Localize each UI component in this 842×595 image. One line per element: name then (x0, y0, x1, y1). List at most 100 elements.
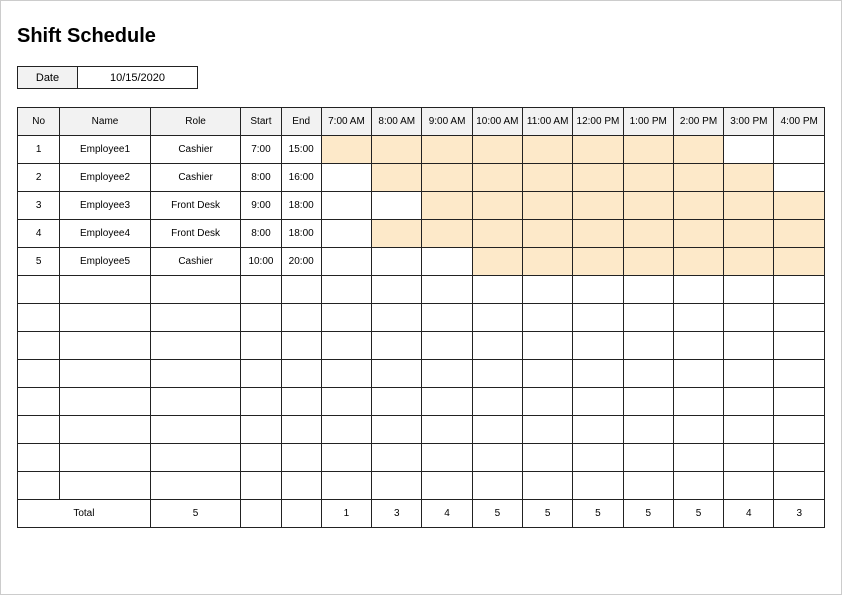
cell-empty (18, 360, 60, 388)
cell-empty (472, 276, 522, 304)
cell-no: 4 (18, 220, 60, 248)
cell-empty (523, 304, 573, 332)
table-row: 3Employee3Front Desk9:0018:00 (18, 192, 825, 220)
cell-empty (422, 444, 472, 472)
col-no: No (18, 108, 60, 136)
total-end-blank (281, 500, 321, 528)
total-role-count: 5 (150, 500, 241, 528)
table-row (18, 332, 825, 360)
cell-empty (573, 444, 623, 472)
cell-empty (60, 444, 151, 472)
cell-empty (623, 332, 673, 360)
cell-empty (422, 388, 472, 416)
cell-empty (18, 416, 60, 444)
total-hour-count: 4 (724, 500, 774, 528)
cell-hour (573, 164, 623, 192)
cell-hour (774, 164, 825, 192)
cell-role: Cashier (150, 248, 241, 276)
total-start-blank (241, 500, 281, 528)
cell-empty (372, 444, 422, 472)
cell-empty (321, 304, 371, 332)
cell-hour (523, 136, 573, 164)
cell-hour (724, 164, 774, 192)
cell-empty (573, 472, 623, 500)
cell-name: Employee2 (60, 164, 151, 192)
cell-empty (321, 444, 371, 472)
schedule-table: No Name Role Start End 7:00 AM8:00 AM9:0… (17, 107, 825, 528)
table-row (18, 388, 825, 416)
total-hour-count: 3 (372, 500, 422, 528)
cell-hour (472, 136, 522, 164)
cell-empty (60, 360, 151, 388)
cell-empty (573, 304, 623, 332)
cell-empty (241, 388, 281, 416)
cell-empty (60, 332, 151, 360)
schedule-header: No Name Role Start End 7:00 AM8:00 AM9:0… (18, 108, 825, 136)
cell-empty (422, 360, 472, 388)
total-hour-count: 1 (321, 500, 371, 528)
cell-empty (623, 416, 673, 444)
cell-hour (774, 248, 825, 276)
cell-hour (623, 220, 673, 248)
cell-empty (724, 416, 774, 444)
cell-name: Employee4 (60, 220, 151, 248)
cell-empty (422, 472, 472, 500)
cell-empty (241, 444, 281, 472)
cell-role: Cashier (150, 164, 241, 192)
cell-hour (523, 248, 573, 276)
cell-start: 7:00 (241, 136, 281, 164)
cell-empty (150, 472, 241, 500)
total-hour-count: 5 (673, 500, 723, 528)
cell-name: Employee5 (60, 248, 151, 276)
total-hour-count: 3 (774, 500, 825, 528)
cell-empty (774, 472, 825, 500)
cell-empty (523, 360, 573, 388)
cell-empty (623, 472, 673, 500)
cell-hour (472, 164, 522, 192)
table-row (18, 444, 825, 472)
cell-empty (472, 416, 522, 444)
cell-empty (573, 276, 623, 304)
cell-hour (623, 164, 673, 192)
date-value: 10/15/2020 (78, 67, 198, 89)
table-row (18, 276, 825, 304)
cell-empty (472, 472, 522, 500)
total-hour-count: 5 (573, 500, 623, 528)
cell-empty (281, 304, 321, 332)
cell-empty (472, 444, 522, 472)
cell-empty (673, 276, 723, 304)
cell-hour (321, 220, 371, 248)
cell-empty (573, 332, 623, 360)
cell-hour (673, 220, 723, 248)
cell-empty (321, 360, 371, 388)
cell-hour (673, 192, 723, 220)
cell-start: 9:00 (241, 192, 281, 220)
total-hour-count: 5 (623, 500, 673, 528)
cell-empty (724, 276, 774, 304)
cell-empty (774, 444, 825, 472)
cell-empty (18, 388, 60, 416)
col-hour: 3:00 PM (724, 108, 774, 136)
cell-hour (673, 248, 723, 276)
cell-empty (774, 416, 825, 444)
cell-empty (241, 304, 281, 332)
page-title: Shift Schedule (17, 25, 825, 48)
cell-empty (623, 276, 673, 304)
cell-empty (422, 332, 472, 360)
table-row (18, 304, 825, 332)
cell-empty (372, 332, 422, 360)
col-hour: 1:00 PM (623, 108, 673, 136)
cell-empty (150, 444, 241, 472)
cell-empty (241, 416, 281, 444)
cell-empty (673, 360, 723, 388)
cell-empty (321, 332, 371, 360)
cell-hour (472, 220, 522, 248)
cell-role: Front Desk (150, 192, 241, 220)
cell-hour (422, 192, 472, 220)
cell-empty (281, 444, 321, 472)
cell-empty (321, 472, 371, 500)
col-hour: 8:00 AM (372, 108, 422, 136)
col-start: Start (241, 108, 281, 136)
cell-empty (523, 276, 573, 304)
cell-empty (774, 332, 825, 360)
